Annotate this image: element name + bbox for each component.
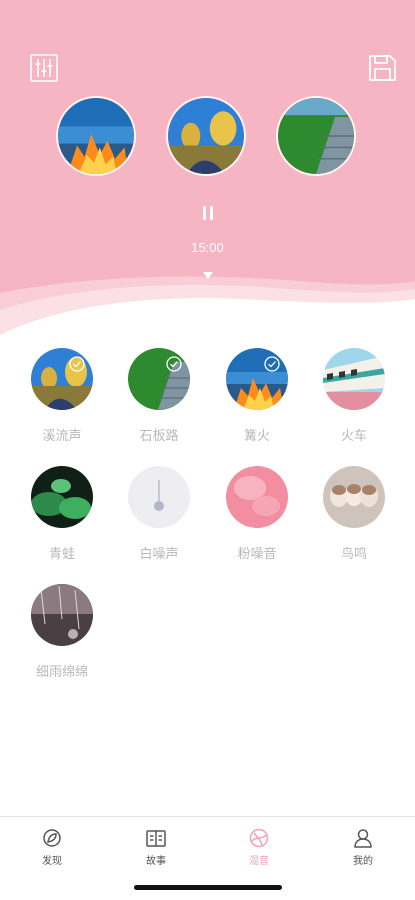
sound-label: 粉噪音: [237, 547, 277, 562]
stone-path-icon: [128, 348, 190, 410]
check-icon: [264, 356, 280, 372]
selected-sound-stream[interactable]: [166, 96, 246, 176]
stream-icon: [31, 348, 93, 410]
tab-discover[interactable]: 发现: [0, 827, 104, 867]
sound-item-train[interactable]: 火车: [302, 348, 406, 444]
tab-label: 我的: [353, 856, 373, 867]
sound-item-birdsong[interactable]: 鸟鸣: [302, 466, 406, 562]
sound-label: 石板路: [139, 429, 179, 444]
mixer-sliders-icon[interactable]: [29, 53, 59, 83]
selected-sound-stone-path[interactable]: [276, 96, 356, 176]
sound-label: 细雨绵绵: [35, 665, 88, 680]
drizzle-icon: [31, 584, 93, 646]
sound-item-stream[interactable]: 溪流声: [10, 348, 114, 444]
tab-mix[interactable]: 混音: [207, 827, 311, 867]
birdsong-icon: [323, 466, 385, 528]
white-noise-icon: [128, 466, 190, 528]
sound-label: 白噪声: [139, 547, 179, 562]
tab-label: 混音: [249, 856, 269, 867]
save-floppy-icon[interactable]: [367, 53, 397, 83]
selected-sound-campfire[interactable]: [56, 96, 136, 176]
pause-button[interactable]: [198, 203, 218, 223]
pink-noise-icon: [226, 466, 288, 528]
sound-item-frog[interactable]: 青蛙: [10, 466, 114, 562]
campfire-icon: [226, 348, 288, 410]
sound-label: 溪流声: [42, 429, 82, 444]
mixer-header: 15:00: [0, 0, 415, 340]
sound-item-stone-path[interactable]: 石板路: [107, 348, 211, 444]
tab-label: 故事: [146, 856, 166, 867]
frog-icon: [31, 466, 93, 528]
pause-bar-left: [203, 206, 206, 220]
pause-bar-right: [210, 206, 213, 220]
check-icon: [166, 356, 182, 372]
sound-item-pink-noise[interactable]: 粉噪音: [205, 466, 309, 562]
sound-item-white-noise[interactable]: 白噪声: [107, 466, 211, 562]
sound-item-campfire[interactable]: 篝火: [205, 348, 309, 444]
book-icon: [146, 830, 166, 847]
mix-circle-icon: [249, 828, 269, 848]
sound-item-drizzle[interactable]: 细雨绵绵: [10, 584, 114, 680]
sound-label: 篝火: [243, 429, 270, 444]
sound-label: 青蛙: [48, 547, 75, 562]
compass-leaf-icon: [43, 829, 61, 847]
train-icon: [323, 348, 385, 410]
check-icon: [69, 356, 85, 372]
home-indicator: [134, 885, 282, 890]
tab-profile[interactable]: 我的: [311, 827, 415, 867]
tab-label: 发现: [42, 856, 62, 867]
sound-label: 火车: [340, 429, 367, 444]
tab-stories[interactable]: 故事: [104, 827, 208, 867]
timer-dropdown-icon[interactable]: [203, 272, 213, 279]
timer-label[interactable]: 15:00: [0, 240, 415, 255]
sound-label: 鸟鸣: [340, 547, 367, 562]
user-icon: [354, 829, 372, 848]
